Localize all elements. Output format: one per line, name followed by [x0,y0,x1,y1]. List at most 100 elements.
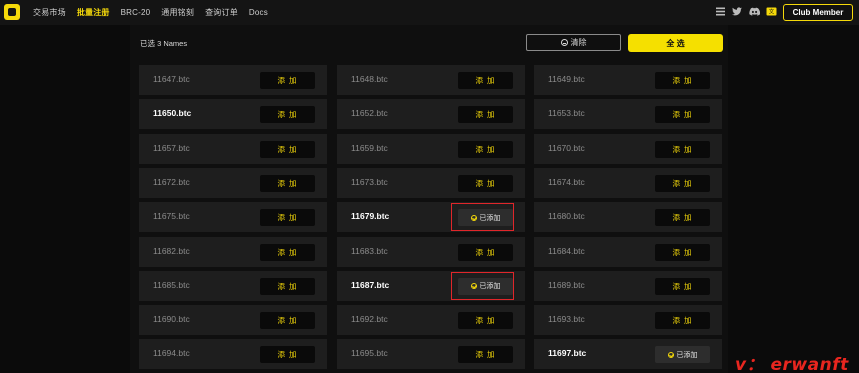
add-button[interactable]: 添 加 [655,174,710,192]
name-cell: 11695.btc 添 加 [337,339,525,370]
name-label: 11653.btc [548,108,585,119]
svg-text:文: 文 [769,8,775,16]
name-label: 11652.btc [351,108,388,119]
name-cell: 11672.btc 添 加 [139,167,327,198]
twitter-icon[interactable] [732,6,743,17]
name-cell: 11659.btc 添 加 [337,133,525,164]
add-button[interactable]: 添 加 [260,346,315,364]
name-cell: 11649.btc 添 加 [534,65,722,95]
name-label: 11657.btc [153,142,190,153]
name-label: 11648.btc [351,74,388,84]
add-button[interactable]: 添 加 [260,140,315,158]
add-button[interactable]: 添 加 [458,243,513,261]
selected-count-text: 已选 3 Names [140,39,188,48]
menu-icon[interactable] [715,6,726,17]
name-label: 11694.btc [153,348,190,359]
names-grid: 11647.btc 添 加 11648.btc 添 加 11649.btc 添 加 1165… [139,65,723,373]
add-button[interactable]: 添 加 [260,243,315,261]
add-button[interactable]: 添 加 [655,277,710,295]
nav-item-batch-register[interactable]: 批量注册 [77,7,110,18]
name-label: 11683.btc [351,245,388,256]
add-button[interactable]: 添 加 [260,72,315,89]
add-button[interactable]: 添 加 [260,174,315,192]
name-cell: 11684.btc 添 加 [534,236,722,267]
add-button[interactable]: 添 加 [458,140,513,158]
name-cell: 11657.btc 添 加 [139,133,327,164]
name-label: 11680.btc [548,211,585,222]
name-cell: 11689.btc 添 加 [534,270,722,301]
name-label: 11692.btc [351,314,388,325]
clear-button[interactable]: 清除 [526,34,621,51]
add-button[interactable]: 添 加 [458,106,513,124]
name-cell: 11690.btc 添 加 [139,305,327,336]
watermark-text: v： erwanft [735,355,849,373]
logo-icon[interactable] [4,4,20,20]
nav-item-market[interactable]: 交易市场 [33,7,66,18]
language-icon[interactable]: 文 [766,6,777,17]
name-cell: 11650.btc 添 加 [139,99,327,130]
check-circle-icon [667,351,674,358]
name-label: 11673.btc [351,176,388,187]
name-cell: 11694.btc 添 加 [139,339,327,370]
add-button[interactable]: 添 加 [655,106,710,124]
nav-item-docs[interactable]: Docs [249,8,268,17]
name-cell: 11648.btc 添 加 [337,65,525,95]
add-button[interactable]: 添 加 [260,312,315,330]
name-label: 11675.btc [153,211,190,222]
add-button[interactable]: 添 加 [655,140,710,158]
name-cell: 11697.btc 已添加 [534,339,722,370]
name-cell: 11652.btc 添 加 [337,99,525,130]
social-icons: 文 [709,6,777,17]
name-label: 11650.btc [153,108,192,119]
name-label: 11670.btc [548,142,585,153]
add-button[interactable]: 添 加 [655,209,710,227]
name-cell: 11683.btc 添 加 [337,236,525,267]
add-button[interactable]: 添 加 [458,72,513,89]
top-nav-bar: 交易市场 批量注册 BRC-20 通用铭刻 查询订单 Docs 文 Club M… [0,0,859,25]
name-label: 11682.btc [153,245,190,256]
name-label: 11697.btc [548,348,587,359]
add-button[interactable]: 添 加 [260,106,315,124]
clear-button-label: 清除 [570,38,587,47]
nav-item-inscribe[interactable]: 通用铭刻 [161,7,194,18]
name-label: 11672.btc [153,176,190,187]
discord-icon[interactable] [749,6,760,17]
add-button[interactable]: 添 加 [655,312,710,330]
added-button[interactable]: 已添加 [655,346,710,364]
name-cell: 11647.btc 添 加 [139,65,327,95]
name-label: 11674.btc [548,176,585,187]
select-all-button[interactable]: 全 选 [628,34,723,52]
add-button[interactable]: 添 加 [260,209,315,227]
name-label: 11695.btc [351,348,388,359]
name-label: 11687.btc [351,279,390,290]
name-cell: 11685.btc 添 加 [139,270,327,301]
highlight-box [451,271,514,300]
name-label: 11693.btc [548,314,585,325]
name-label: 11659.btc [351,142,388,153]
nav-item-brc20[interactable]: BRC-20 [121,8,151,17]
name-cell: 11674.btc 添 加 [534,167,722,198]
add-button[interactable]: 添 加 [458,346,513,364]
name-cell: 11653.btc 添 加 [534,99,722,130]
name-cell: 11692.btc 添 加 [337,305,525,336]
name-cell: 11693.btc 添 加 [534,305,722,336]
name-label: 11689.btc [548,279,585,290]
main-nav: 交易市场 批量注册 BRC-20 通用铭刻 查询订单 Docs [33,0,279,25]
name-cell: 11673.btc 添 加 [337,167,525,198]
highlight-box [451,203,514,232]
add-button[interactable]: 添 加 [458,174,513,192]
name-cell: 11680.btc 添 加 [534,202,722,233]
add-button[interactable]: 添 加 [655,72,710,89]
nav-item-orders[interactable]: 查询订单 [205,7,238,18]
name-label: 11684.btc [548,245,585,256]
clear-icon [560,39,568,46]
name-label: 11690.btc [153,314,190,325]
add-button[interactable]: 添 加 [260,277,315,295]
add-button[interactable]: 添 加 [458,312,513,330]
add-button[interactable]: 添 加 [655,243,710,261]
name-label: 11649.btc [548,74,585,84]
name-label: 11679.btc [351,211,390,222]
name-label: 11685.btc [153,279,190,290]
club-member-button[interactable]: Club Member [783,4,853,21]
name-cell: 11670.btc 添 加 [534,133,722,164]
